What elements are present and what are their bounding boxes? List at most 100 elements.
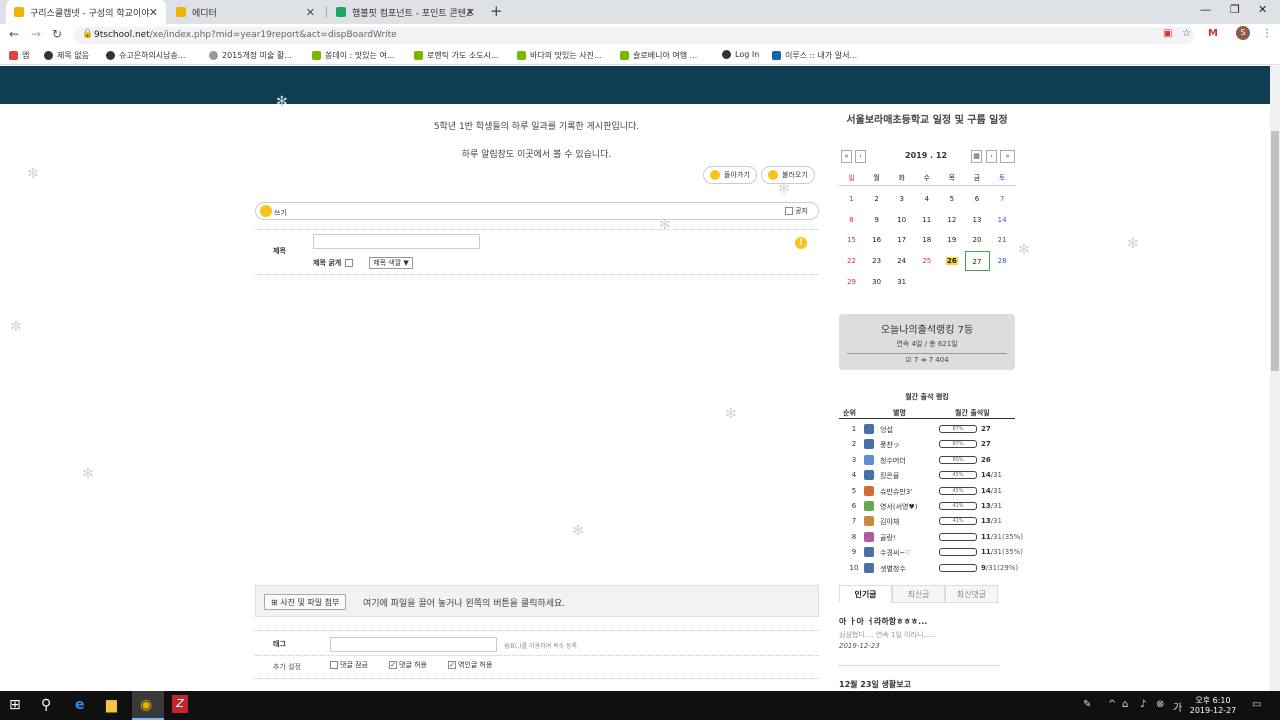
calendar-day[interactable]: 29 (839, 272, 864, 292)
pen-icon[interactable]: ✎ (1083, 699, 1091, 710)
calendar-day[interactable]: 25 (914, 251, 939, 271)
calendar-day[interactable]: 24 (889, 251, 914, 271)
calendar-day[interactable]: 26 (939, 251, 964, 271)
member-nickname[interactable]: 샛별청수 (880, 564, 906, 574)
restore-icon[interactable]: ❐ (1230, 3, 1240, 16)
member-nickname[interactable]: 김아채 (880, 517, 899, 527)
calendar-day[interactable]: 27 (964, 251, 990, 272)
bookmark-item[interactable]: 이루스 :: 내가 알서... (772, 50, 857, 61)
prev-year-button[interactable]: « (841, 150, 852, 163)
tab-recent-comments[interactable]: 최신댓글 (945, 585, 998, 603)
bookmark-item[interactable]: 제목 없음 (44, 50, 89, 61)
close-tab-icon[interactable]: ✕ (466, 6, 475, 19)
post-title[interactable]: 12월 23일 생활보고 (839, 679, 911, 690)
close-window-icon[interactable]: ✕ (1258, 3, 1267, 16)
tab-recent[interactable]: 최신글 (892, 585, 945, 603)
menu-icon[interactable]: ⋮ (1262, 28, 1272, 39)
calendar-day[interactable]: 21 (990, 230, 1015, 250)
allow-trackback-option[interactable]: ✓ 엮인글 허용 (448, 660, 492, 670)
calendar-day[interactable]: 20 (965, 230, 990, 250)
calendar-day[interactable]: 1 (839, 189, 864, 209)
member-nickname[interactable]: 청수머더 (880, 456, 906, 466)
calendar-day[interactable]: 10 (889, 210, 914, 230)
omnibox[interactable]: 🔒 9tschool.net/xe/index.php?mid=year19re… (74, 27, 1194, 44)
app-tray-icon[interactable]: ⊗ (1156, 699, 1164, 710)
bookmark-item[interactable]: 쏭데이 : 맛있는 여... (312, 50, 394, 61)
calendar-day[interactable]: 19 (939, 230, 964, 250)
chrome-icon[interactable]: ◉ (140, 697, 152, 713)
title-color-select[interactable]: 제목 색깔 ▼ (369, 257, 413, 269)
member-nickname[interactable]: 풍찬ッ (880, 440, 900, 450)
calendar-day[interactable]: 3 (889, 189, 914, 209)
post-title[interactable]: 아 ㅏ아 ㅓ라하항ㅎㅎㅎ... (839, 616, 927, 627)
notification-icon[interactable]: ▭ (1252, 699, 1261, 710)
volume-icon[interactable]: ♪ (1140, 699, 1146, 710)
bookmark-item[interactable]: 2015개정 미술 활... (209, 50, 292, 61)
page-scrollbar[interactable] (1270, 66, 1280, 691)
calendar-day[interactable]: 17 (889, 230, 914, 250)
title-bold-checkbox[interactable] (345, 259, 354, 267)
calendar-day[interactable]: 12 (939, 210, 964, 230)
search-icon[interactable]: ⚲ (41, 697, 51, 713)
calendar-day[interactable]: 18 (914, 230, 939, 250)
taskbar-clock[interactable]: 오후 6:10 2019-12-27 (1188, 696, 1238, 716)
edge-icon[interactable]: e (75, 697, 85, 713)
site-settings-icon[interactable]: ▣ (1163, 28, 1172, 39)
calendar-day[interactable]: 4 (914, 189, 939, 209)
back-icon[interactable]: ← (9, 27, 19, 41)
close-tab-icon[interactable]: ✕ (306, 6, 315, 19)
tray-expand-icon[interactable]: ^ (1108, 699, 1116, 710)
file-attach-area[interactable]: ⊞ 사진 및 파일 첨부 여기에 파일을 끌어 놓거나 왼쪽의 버튼을 클릭하세… (255, 585, 819, 617)
browser-tab-active[interactable]: 구리스쿨캠넷 - 구성의 학교이야 ✕ (6, 0, 166, 24)
calendar-day[interactable]: 11 (914, 210, 939, 230)
lock-comment-option[interactable]: 댓글 잠금 (330, 660, 368, 670)
calendar-day[interactable]: 23 (864, 251, 889, 271)
notice-checkbox[interactable] (785, 207, 794, 215)
calendar-day[interactable]: 13 (965, 210, 990, 230)
calendar-day[interactable]: 28 (990, 251, 1015, 271)
title-input[interactable] (313, 234, 480, 249)
bookmark-apps[interactable]: 앱 (9, 50, 29, 61)
gmail-icon[interactable]: M (1208, 28, 1218, 39)
load-button[interactable]: 불러오기 (761, 166, 815, 184)
back-button[interactable]: 돌아가기 (703, 166, 757, 184)
calendar-day[interactable]: 14 (990, 210, 1015, 230)
windows-start-icon[interactable]: ⊞ (9, 697, 21, 713)
next-year-button[interactable]: » (1000, 150, 1015, 163)
calendar-day[interactable]: 6 (965, 189, 990, 209)
calendar-day[interactable]: 16 (864, 230, 889, 250)
bookmark-star-icon[interactable]: ☆ (1182, 28, 1191, 39)
bookmark-item[interactable]: 슬로베니아 여행 ... (620, 50, 697, 61)
file-explorer-icon[interactable]: ▆ (106, 697, 117, 713)
allow-trackback-checkbox[interactable]: ✓ (448, 661, 456, 669)
calendar-day[interactable]: 7 (990, 189, 1015, 209)
member-nickname[interactable]: 엉섭 (880, 425, 893, 435)
reload-icon[interactable]: ↻ (52, 27, 62, 41)
bookmark-item[interactable]: Log In (722, 50, 759, 59)
member-nickname[interactable]: 영서(서영♥) (880, 502, 918, 512)
prev-month-button[interactable]: ‹ (855, 150, 866, 163)
member-nickname[interactable]: 수경씨~♡ (880, 548, 911, 558)
minimize-icon[interactable]: — (1200, 3, 1211, 16)
browser-tab[interactable]: 햄볼핏 컴포넌트 - 포인트 콘텐츠 ✕ (328, 0, 483, 24)
member-nickname[interactable]: 킹은율 (880, 471, 899, 481)
calendar-day[interactable]: 2 (864, 189, 889, 209)
bookmark-item[interactable]: 슈고은하의시남송... (106, 50, 186, 61)
calendar-day[interactable]: 22 (839, 251, 864, 271)
allow-comment-option[interactable]: ✓ 댓글 허용 (389, 660, 427, 670)
next-month-button[interactable]: › (986, 150, 997, 163)
notice-checkbox-group[interactable]: 공지 (785, 206, 808, 216)
calendar-day[interactable]: 8 (839, 210, 864, 230)
attach-file-button[interactable]: ⊞ 사진 및 파일 첨부 (264, 594, 347, 610)
member-nickname[interactable]: 골랑! (880, 533, 896, 543)
bookmark-item[interactable]: 로맨틱 가도 소도시... (414, 50, 499, 61)
calendar-view-icon[interactable]: ▦ (971, 150, 982, 163)
allow-comment-checkbox[interactable]: ✓ (389, 661, 397, 669)
forward-icon[interactable]: → (31, 27, 41, 41)
close-tab-icon[interactable]: ✕ (149, 6, 158, 19)
bookmark-item[interactable]: 바다의 맛있는 사진... (517, 50, 602, 61)
calendar-day[interactable]: 9 (864, 210, 889, 230)
profile-avatar[interactable]: S (1236, 26, 1250, 40)
calendar-day[interactable]: 5 (939, 189, 964, 209)
lock-comment-checkbox[interactable] (330, 661, 338, 669)
